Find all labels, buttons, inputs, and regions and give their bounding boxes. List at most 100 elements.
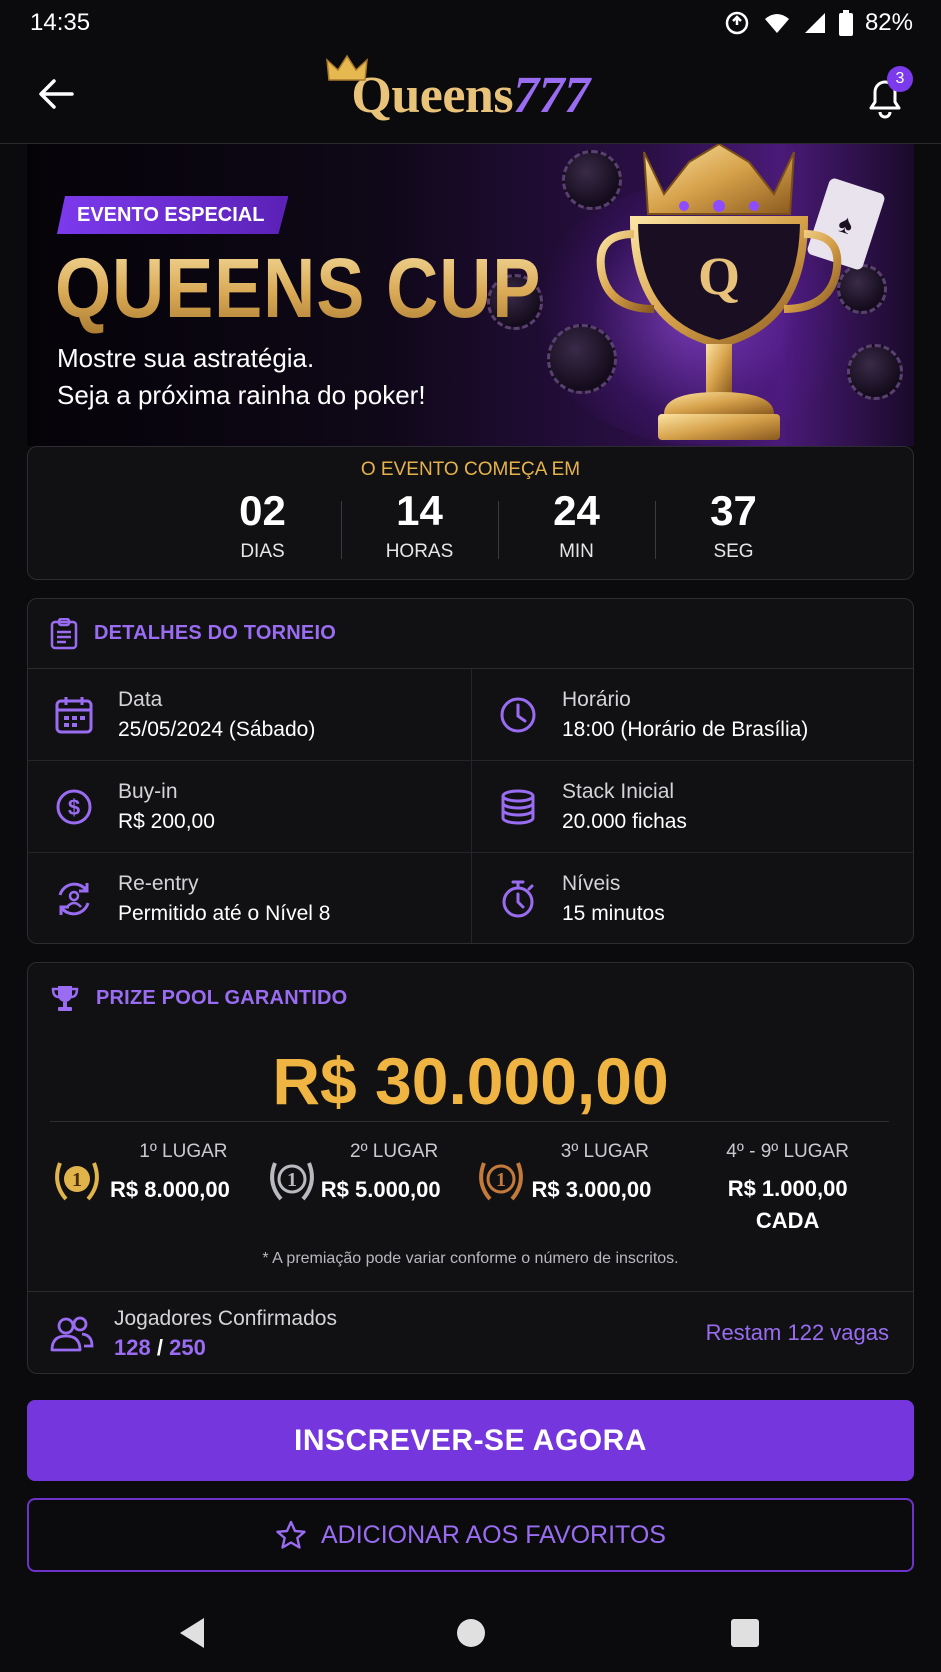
countdown-minutes: 24 MIN [498, 485, 655, 573]
place-2nd: 1 2º LUGAR R$ 5.000,00 [261, 1135, 472, 1245]
event-subtitle: Mostre sua astratégia. Seja a próxima ra… [57, 340, 426, 414]
divider [50, 1121, 889, 1122]
detail-label: Stack Inicial [562, 779, 675, 803]
event-subtitle-line2: Seja a próxima rainha do poker! [57, 380, 426, 410]
add-favorites-button[interactable]: ADICIONAR AOS FAVORITOS [27, 1498, 914, 1572]
detail-label: Horário [562, 687, 631, 711]
trophy-small-icon [51, 986, 79, 1011]
detail-label: Níveis [562, 872, 621, 895]
players-total: 250 [169, 1334, 206, 1360]
svg-text:$: $ [68, 795, 80, 820]
poker-chip-icon [837, 264, 887, 314]
detail-value: 25/05/2024 (Sábado) [118, 717, 316, 741]
details-grid: Data 25/05/2024 (Sábado) Horário 18:00 (… [28, 669, 913, 943]
logo-text-777: 777 [513, 67, 590, 124]
nav-home-icon[interactable] [456, 1616, 486, 1650]
detail-buyin: $ Buy-in R$ 200,00 [28, 761, 472, 853]
prize-total: R$ 30.000,00 [272, 1044, 669, 1118]
wifi-icon [764, 14, 789, 33]
players-separator: / [156, 1334, 163, 1360]
countdown-value: 37 [710, 487, 757, 534]
clipboard-icon [50, 617, 78, 649]
trophy-icon: Q [596, 144, 842, 440]
bronze-medal-icon: 1 [478, 1162, 523, 1201]
data-saver-icon [725, 11, 749, 35]
detail-time: Horário 18:00 (Horário de Brasília) [472, 669, 913, 761]
place-1st: 1 1º LUGAR R$ 8.000,00 [50, 1135, 261, 1245]
detail-value: 20.000 fichas [562, 809, 687, 833]
countdown-units: 02 DIAS 14 HORAS 24 MIN 37 SEG [184, 485, 812, 573]
nav-back-icon[interactable] [178, 1616, 208, 1650]
prize-pool-card: PRIZE POOL GARANTIDO R$ 30.000,00 1 1º L… [27, 962, 914, 1374]
detail-label: Buy-in [118, 779, 178, 803]
players-count: 128 / 250 [114, 1333, 337, 1363]
place-label: 3º LUGAR [560, 1141, 649, 1162]
players-confirmed: 128 [114, 1334, 151, 1360]
register-button[interactable]: INSCREVER-SE AGORA [27, 1400, 914, 1481]
prize-title: PRIZE POOL GARANTIDO [96, 986, 348, 1009]
reentry-icon [58, 882, 90, 916]
notification-badge: 3 [887, 66, 913, 92]
place-value: R$ 5.000,00 [320, 1177, 441, 1202]
svg-text:1: 1 [72, 1169, 82, 1191]
countdown-label: MIN [559, 541, 594, 562]
event-subtitle-line1: Mostre sua astratégia. [57, 343, 315, 373]
event-title: QUEENS CUP [55, 241, 542, 335]
prize-places: 1 1º LUGAR R$ 8.000,00 1 2º LUGAR R$ 5.0… [50, 1135, 893, 1245]
detail-label: Re-entry [118, 872, 199, 895]
status-bar: 14:35 82% [0, 0, 941, 46]
svg-text:1: 1 [496, 1169, 506, 1191]
poker-chip-icon [847, 344, 903, 400]
detail-text: Re-entry Permitido até o Nível 8 [118, 869, 330, 929]
details-header: DETALHES DO TORNEIO [28, 599, 913, 669]
countdown-label: SEG [713, 541, 754, 562]
detail-value: 18:00 (Horário de Brasília) [562, 717, 809, 741]
detail-text: Stack Inicial 20.000 fichas [562, 777, 687, 837]
countdown-hours: 14 HORAS [341, 485, 498, 573]
chips-stack-icon [501, 789, 535, 824]
detail-label: Data [118, 687, 163, 711]
prize-note: * A premiação pode variar conforme o núm… [262, 1250, 679, 1267]
countdown-label: DIAS [240, 541, 285, 562]
silver-medal-icon: 1 [269, 1162, 314, 1201]
players-remaining: Restam 122 vagas [705, 1320, 889, 1345]
place-4th-9th: 4º - 9º LUGAR R$ 1.000,00 CADA [682, 1135, 893, 1245]
detail-value: R$ 200,00 [118, 809, 215, 833]
event-tag: EVENTO ESPECIAL [57, 196, 288, 234]
svg-text:Q: Q [698, 246, 740, 306]
detail-text: Data 25/05/2024 (Sábado) [118, 685, 315, 745]
add-favorites-label: ADICIONAR AOS FAVORITOS [321, 1520, 666, 1549]
detail-value: 15 minutos [562, 902, 665, 925]
battery-percent: 82% [864, 9, 913, 36]
svg-text:1: 1 [287, 1169, 297, 1191]
system-nav-bar [0, 1600, 941, 1672]
calendar-icon [55, 696, 93, 733]
place-value-amount: R$ 1.000,00 [727, 1176, 848, 1201]
players-row: Jogadores Confirmados 128 / 250 Restam 1… [28, 1291, 913, 1373]
gold-medal-icon: 1 [55, 1162, 99, 1201]
countdown-days: 02 DIAS [184, 485, 341, 573]
status-icons: 82% [723, 9, 913, 37]
stopwatch-icon [502, 880, 534, 918]
place-label: 4º - 9º LUGAR [726, 1141, 849, 1162]
detail-text: Níveis 15 minutos [562, 869, 665, 929]
clock-icon [500, 697, 536, 732]
users-icon [50, 1316, 94, 1351]
countdown-value: 24 [553, 487, 600, 534]
prize-header: PRIZE POOL GARANTIDO [28, 963, 913, 1033]
detail-reentry: Re-entry Permitido até o Nível 8 [28, 853, 472, 943]
place-value: R$ 8.000,00 [110, 1177, 230, 1202]
place-value: R$ 1.000,00 CADA [682, 1173, 893, 1237]
nav-recents-icon[interactable] [730, 1616, 760, 1650]
place-value: R$ 3.000,00 [531, 1177, 652, 1202]
hero-banner: ♠ Q EVENTO ESPECIAL QUEENS CUP Mostre su… [27, 144, 914, 446]
app-bar: Queens777 3 [0, 46, 941, 144]
star-icon [276, 1520, 306, 1549]
players-label: Jogadores Confirmados [114, 1306, 337, 1330]
detail-text: Buy-in R$ 200,00 [118, 777, 215, 837]
countdown-value: 14 [396, 487, 443, 534]
detail-value: Permitido até o Nível 8 [118, 902, 331, 925]
countdown-title: O EVENTO COMEÇA EM [360, 459, 581, 480]
players-text: Jogadores Confirmados 128 / 250 [114, 1305, 337, 1363]
place-value-each: CADA [755, 1208, 820, 1233]
